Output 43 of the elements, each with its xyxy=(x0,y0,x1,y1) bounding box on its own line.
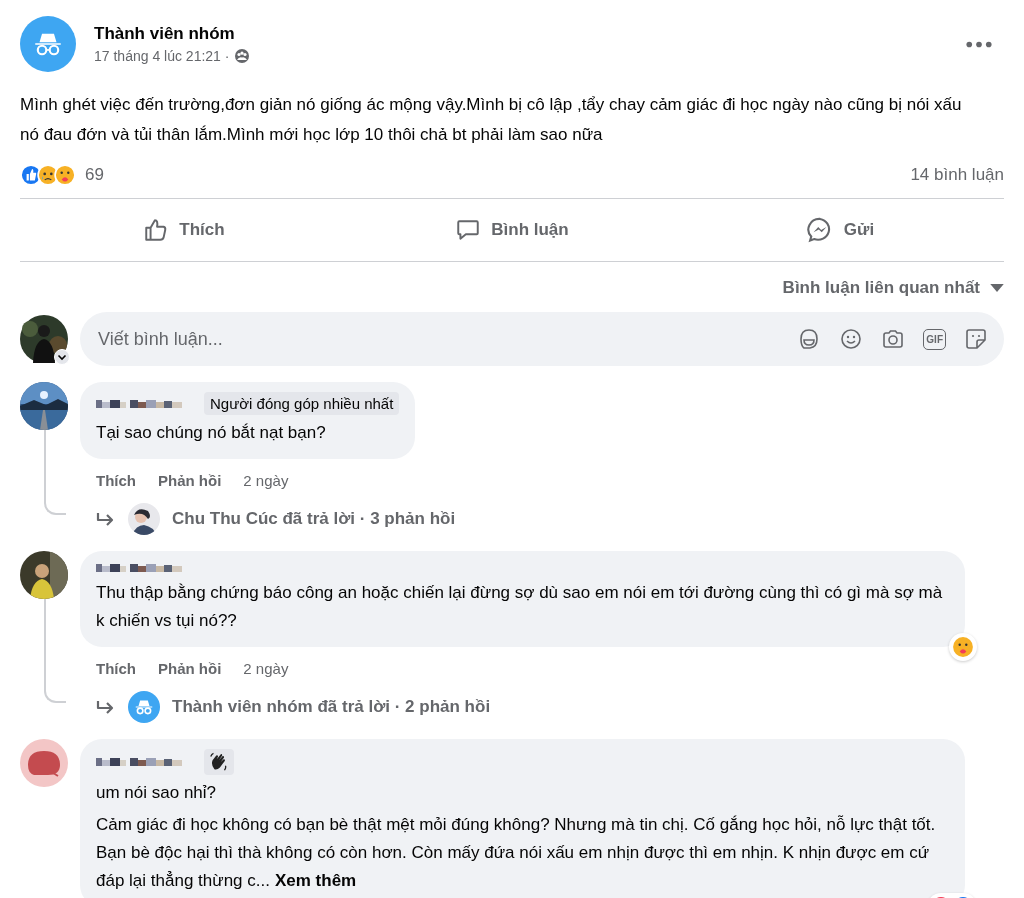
care-reaction-icon xyxy=(952,636,974,658)
comment-time[interactable]: 2 ngày xyxy=(243,659,289,677)
reply-link[interactable]: Phản hồi xyxy=(158,471,222,489)
like-button[interactable]: Thích xyxy=(20,199,348,261)
comment-text: Thu thập bằng chứng báo công an hoặc chiến lại đừng sợ dù sao em nói em tới đường cùng thì có gì mà sợ mà k chiến vs tụi nó?? xyxy=(96,582,944,632)
reply-arrow-icon xyxy=(96,511,116,527)
comment-button[interactable]: Bình luận xyxy=(348,199,676,261)
view-replies-link[interactable]: Thành viên nhóm đã trả lời · 2 phản hồi xyxy=(172,697,491,717)
comment-text: Tại sao chúng nó bắt nạt bạn? xyxy=(96,422,327,444)
more-options-icon[interactable] xyxy=(966,40,992,48)
comment-text: Cảm giác đi học không có bạn bè thật mệt mỏi đúng không? Nhưng mà tin chị. Cố gắng học hỏi, nỗ lực thật tốt. Bạn bè độc hại thì thà không có còn hơn. Còn mấy đứa nói xấu em nhịn được thì em nhịn. K nhịn được em cứ đáp lại thẳng thừng c... Xem thêm xyxy=(96,814,937,892)
sort-dropdown[interactable]: Bình luận liên quan nhất xyxy=(782,278,1004,298)
comment-time[interactable]: 2 ngày xyxy=(243,471,289,489)
see-more-link[interactable]: Xem thêm xyxy=(274,871,357,890)
send-button[interactable]: Gửi xyxy=(676,199,1004,261)
comment-input[interactable]: Viết bình luận... GIF xyxy=(80,312,1004,366)
reaction-chip[interactable] xyxy=(949,633,977,661)
chevron-icon[interactable] xyxy=(54,349,70,365)
reply-link[interactable]: Phản hồi xyxy=(158,659,222,677)
speech-bubble-icon xyxy=(455,217,482,243)
like-link[interactable]: Thích xyxy=(96,471,136,489)
post-time[interactable]: 17 tháng 4 lúc 21:21 · xyxy=(94,48,230,64)
group-icon xyxy=(234,48,251,64)
top-contributor-badge[interactable]: Người đóng góp nhiều nhất xyxy=(204,392,400,415)
incognito-avatar-icon[interactable] xyxy=(128,691,160,723)
user-avatar[interactable] xyxy=(20,315,68,363)
care-reaction-icon[interactable] xyxy=(54,164,76,186)
comment-count[interactable]: 14 bình luận xyxy=(910,165,1004,185)
gif-button[interactable]: GIF xyxy=(923,328,946,350)
emoji-icon[interactable] xyxy=(839,327,864,351)
waving-hand-icon[interactable] xyxy=(204,749,234,775)
caret-icon xyxy=(990,283,1004,293)
like-reaction-icon[interactable] xyxy=(20,164,42,186)
view-replies-link[interactable]: Chu Thu Cúc đã trả lời · 3 phản hồi xyxy=(172,509,456,529)
post-text: Mình ghét việc đến trường,đơn giản nó giống ác mộng vậy.Mình bị cô lập ,tẩy chay cảm giác đi học ngày nào cũng bị nói xấu nó đau đớn và tủi thân lắm.Mình mới học lớp 10 thôi chả bt phải làm sao nữa xyxy=(20,94,963,146)
sticker-icon[interactable] xyxy=(964,327,988,351)
like-link[interactable]: Thích xyxy=(96,659,136,677)
author-name[interactable]: Thành viên nhóm xyxy=(94,24,948,44)
reaction-count[interactable]: 69 xyxy=(85,165,104,185)
comment-text: um nói sao nhỉ? xyxy=(96,782,218,804)
incognito-avatar-icon[interactable] xyxy=(20,16,76,72)
reply-arrow-icon xyxy=(96,699,116,715)
camera-icon[interactable] xyxy=(881,327,906,351)
